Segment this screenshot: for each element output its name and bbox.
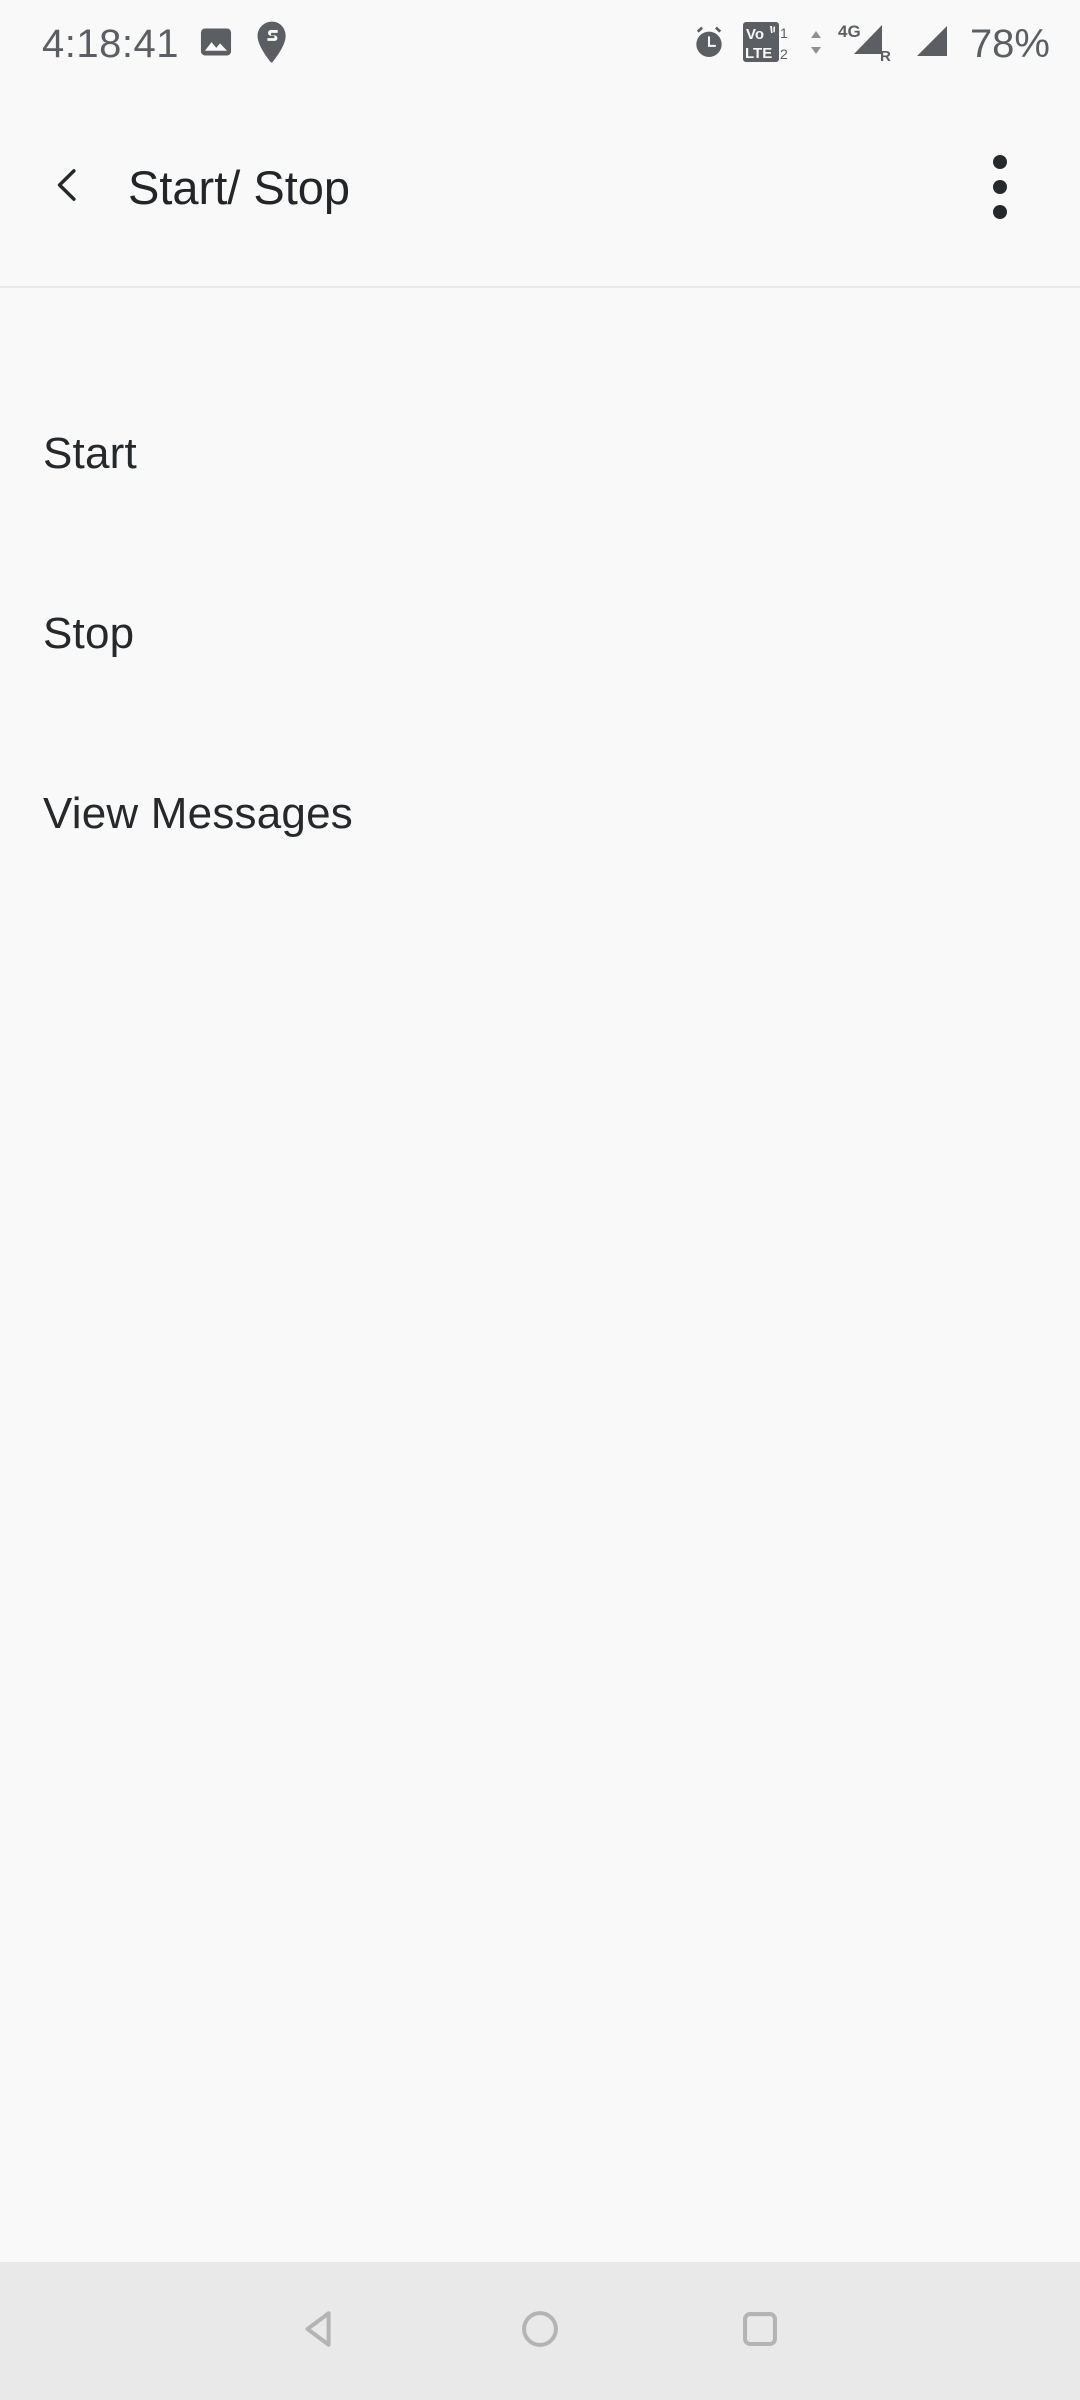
list-item-label: View Messages [43,789,353,838]
circle-icon [517,2306,563,2357]
phone-screen: 4:18:41 Vo LTE 1 2 4G R 78% Start/ Stop … [0,0,1080,2400]
status-bar-clock: 4:18:41 [42,21,179,66]
signal-bars-icon [909,21,953,68]
nav-home-button[interactable] [440,2262,640,2400]
status-bar-right: Vo LTE 1 2 4G R 78% [689,21,1050,68]
nav-back-button[interactable] [220,2262,420,2400]
back-button[interactable] [22,141,114,233]
list-item-label: Stop [43,609,135,658]
list-item-label: Start [43,429,137,478]
volte-dual-sim-icon: Vo LTE 1 2 [742,21,794,68]
square-icon [737,2306,783,2357]
overflow-menu-button[interactable] [952,139,1048,235]
mobile-data-arrows-icon [807,22,825,67]
status-bar-left: 4:18:41 [42,20,291,69]
battery-percent-label: 78% [969,21,1050,66]
list-item-view-messages[interactable]: View Messages [0,724,1080,904]
chevron-left-icon [46,163,90,212]
more-vertical-icon [993,155,1007,219]
signal-4g-roaming-icon: 4G R [838,21,896,68]
svg-text:1: 1 [780,25,788,41]
triangle-left-icon [297,2306,343,2357]
options-list: Start Stop View Messages [0,288,1080,904]
svg-text:LTE: LTE [745,45,772,62]
svg-text:Vo: Vo [746,26,764,43]
list-item-stop[interactable]: Stop [0,544,1080,724]
svg-text:2: 2 [780,46,788,62]
location-pin-icon [253,20,291,69]
svg-text:4G: 4G [838,22,861,41]
page-title: Start/ Stop [128,160,351,214]
status-bar: 4:18:41 Vo LTE 1 2 4G R 78% [0,0,1080,88]
alarm-clock-icon [689,22,729,67]
nav-recents-button[interactable] [660,2262,860,2400]
image-icon [197,23,235,66]
list-item-start[interactable]: Start [0,364,1080,544]
app-bar: Start/ Stop [0,88,1080,286]
svg-text:R: R [880,48,891,63]
android-navigation-bar [0,2262,1080,2400]
